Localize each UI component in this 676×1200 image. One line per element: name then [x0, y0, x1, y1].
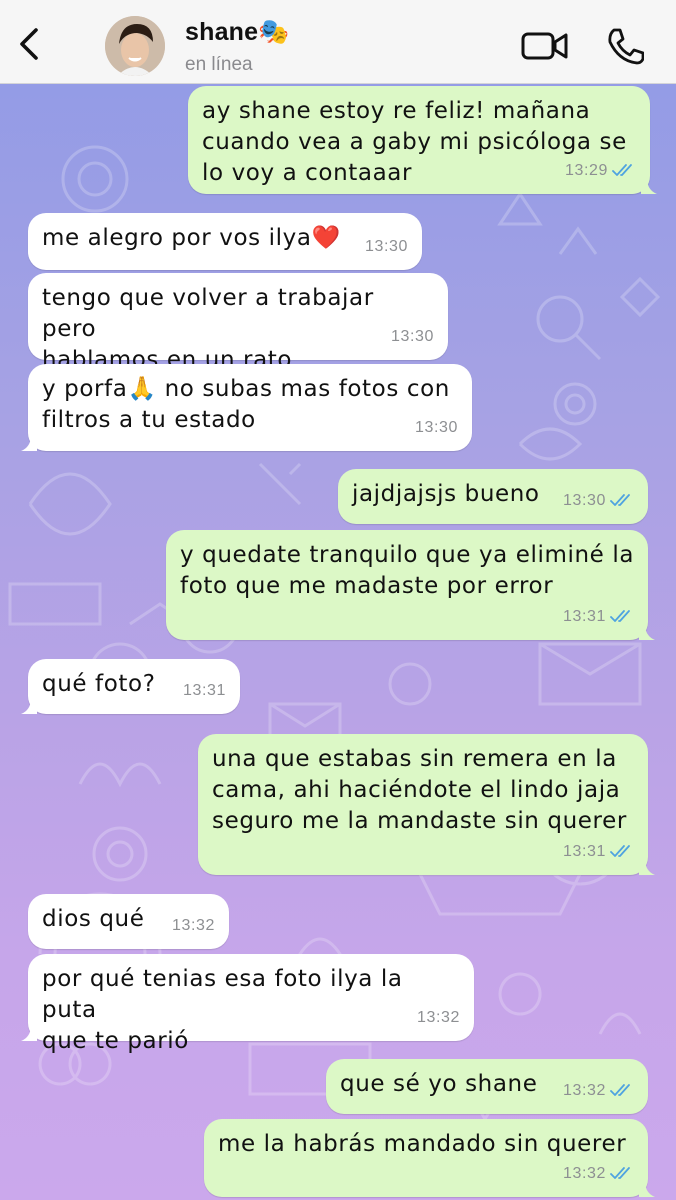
message-time: 13:29 [564, 162, 608, 179]
double-check-icon [612, 163, 632, 176]
double-check-icon [610, 493, 630, 506]
bubble-tail [21, 431, 37, 451]
message-text: por qué tenias esa foto ilya la puta que… [42, 966, 403, 1054]
double-check-icon [610, 1166, 630, 1179]
message-meta: 13:31 [563, 836, 634, 867]
message-text: me alegro por vos ilya❤️ [42, 225, 341, 251]
message-text: una que estabas sin remera en la cama, a… [212, 746, 627, 834]
message-meta: 13:32 [172, 910, 215, 941]
chat-header: shane🎭 en línea [0, 0, 676, 84]
outgoing-message-bubble[interactable]: y quedate tranquilo que ya eliminé la fo… [166, 530, 655, 640]
message-meta: 13:31 [563, 601, 634, 632]
chevron-left-icon[interactable] [12, 24, 46, 64]
outgoing-message-bubble[interactable]: que sé yo shane 13:32 [326, 1059, 648, 1114]
message-time: 13:30 [414, 419, 458, 436]
message-time: 13:30 [390, 328, 434, 345]
outgoing-message-bubble[interactable]: una que estabas sin remera en la cama, a… [198, 734, 655, 875]
bubble-tail [639, 855, 655, 875]
outgoing-message-bubble[interactable]: me la habrás mandado sin querer 13:32 [204, 1119, 655, 1197]
message-time: 13:32 [562, 1082, 606, 1099]
bubble-tail [639, 1177, 655, 1197]
message-meta: 13:31 [183, 675, 226, 706]
incoming-message-bubble[interactable]: tengo que volver a trabajar pero hablamo… [28, 273, 448, 373]
incoming-message-bubble[interactable]: por qué tenias esa foto ilya la puta que… [21, 954, 474, 1054]
message-meta: 13:32 [563, 1075, 634, 1106]
bubble-tail [21, 694, 37, 714]
message-text: y porfa🙏 no subas mas fotos con filtros … [42, 376, 450, 433]
avatar[interactable] [105, 16, 165, 76]
message-time: 13:32 [562, 1165, 606, 1182]
bubble-tail [639, 620, 655, 640]
message-text: me la habrás mandado sin querer [218, 1131, 627, 1157]
message-time: 13:31 [562, 608, 606, 625]
video-camera-icon[interactable] [520, 28, 570, 64]
message-time: 13:30 [364, 238, 408, 255]
phone-icon[interactable] [604, 26, 644, 66]
message-meta: 13:30 [365, 231, 408, 262]
message-time: 13:31 [562, 843, 606, 860]
message-time: 13:31 [182, 682, 226, 699]
message-meta: 13:29 [565, 155, 636, 186]
bubble-tail [641, 174, 657, 194]
message-meta: 13:30 [563, 485, 634, 516]
incoming-message-bubble[interactable]: y porfa🙏 no subas mas fotos con filtros … [21, 364, 472, 451]
incoming-message-bubble[interactable]: dios qué 13:32 [28, 894, 229, 949]
bubble-tail [21, 1021, 37, 1041]
outgoing-message-bubble[interactable]: ay shane estoy re feliz! mañana cuando v… [188, 86, 657, 194]
contact-status: en línea [185, 54, 253, 75]
incoming-message-bubble[interactable]: me alegro por vos ilya❤️ 13:30 [28, 213, 422, 270]
message-meta: 13:30 [391, 321, 434, 352]
message-meta: 13:32 [563, 1158, 634, 1189]
message-text: tengo que volver a trabajar pero hablamo… [42, 285, 374, 373]
message-meta: 13:32 [417, 1002, 460, 1033]
double-check-icon [610, 609, 630, 622]
double-check-icon [610, 1083, 630, 1096]
message-meta: 13:30 [415, 412, 458, 443]
contact-name[interactable]: shane🎭 [185, 18, 290, 47]
outgoing-message-bubble[interactable]: jajdjajsjs bueno 13:30 [338, 469, 648, 524]
incoming-message-bubble[interactable]: qué foto? 13:31 [21, 659, 240, 714]
message-time: 13:32 [171, 917, 215, 934]
message-text: y quedate tranquilo que ya eliminé la fo… [180, 542, 635, 599]
message-time: 13:32 [416, 1009, 460, 1026]
message-time: 13:30 [562, 492, 606, 509]
double-check-icon [610, 844, 630, 857]
